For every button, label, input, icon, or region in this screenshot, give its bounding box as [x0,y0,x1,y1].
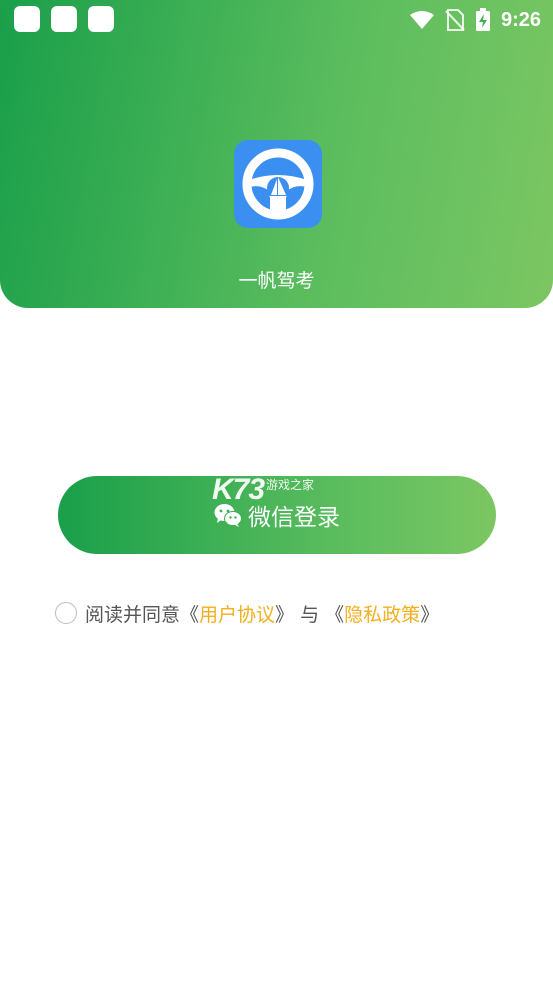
wechat-icon [214,504,242,527]
agreement-radio[interactable] [55,602,77,624]
open-quote: 《 [180,603,200,626]
open-quote: 《 [325,603,345,626]
wifi-icon [409,11,434,29]
no-sim-icon [445,9,465,31]
agreement-conjunction: 与 [294,603,326,626]
close-quote: 》 [420,603,440,626]
agreement-prefix: 阅读并同意 [85,603,181,626]
close-quote: 》 [275,603,295,626]
battery-charging-icon [475,8,490,31]
app-name: 一帆驾考 [238,270,315,292]
notification-square-icon [51,6,77,32]
header-banner: 9:26 一帆驾考 [0,0,553,308]
user-agreement-link[interactable]: 用户协议 [199,600,275,627]
privacy-policy-link[interactable]: 隐私政策 [344,600,420,627]
steering-wheel-sailboat-icon [234,140,322,228]
notification-square-icon [88,6,114,32]
wechat-login-button[interactable]: 微信登录 [58,476,496,554]
notification-square-icon [14,6,40,32]
agreement-row: 阅读并同意 《 用户协议 》 与 《 隐私政策 》 [55,598,439,628]
wechat-login-label: 微信登录 [248,505,340,531]
status-time: 9:26 [500,8,541,31]
status-bar: 9:26 [0,0,553,40]
status-icons: 9:26 [409,0,541,40]
